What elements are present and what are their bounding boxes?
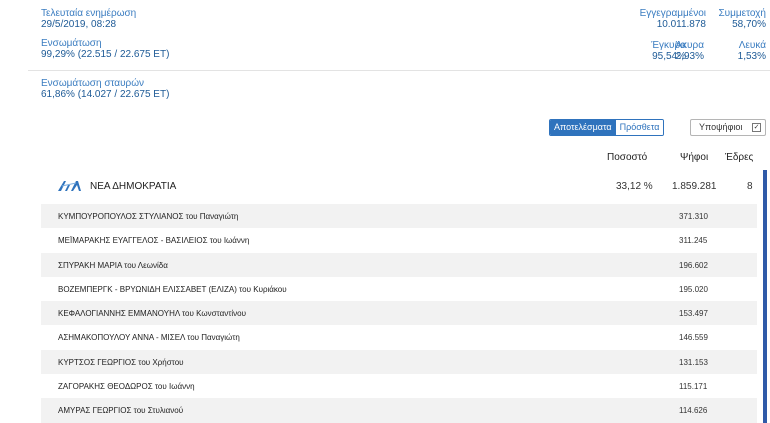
list-item[interactable]: ΚΕΦΑΛΟΓΙΑΝΝΗΣ ΕΜΜΑΝΟΥΗΛ του Κωνσταντίνου… bbox=[41, 301, 757, 326]
last-update-label: Τελευταία ενημέρωση bbox=[41, 8, 137, 19]
candidate-votes: 195.020 bbox=[679, 284, 708, 294]
integration-label: Ενσωμάτωση bbox=[41, 38, 102, 49]
party-logo-icon bbox=[58, 181, 81, 191]
party-row[interactable]: ΝΕΑ ΔΗΜΟΚΡΑΤΙΑ 33,12 % 1.859.281 8 bbox=[0, 178, 770, 198]
list-item[interactable]: ΜΕΪΜΑΡΑΚΗΣ ΕΥΑΓΓΕΛΟΣ - ΒΑΣΙΛΕΙΟΣ του Ιωά… bbox=[41, 228, 757, 252]
candidate-name: ΒΟΖΕΜΠΕΡΓΚ - ΒΡΥΩΝΙΔΗ ΕΛΙΣΣΑΒΕΤ (ΕΛΙΖΑ) … bbox=[58, 284, 287, 294]
candidate-votes: 114.626 bbox=[679, 406, 708, 416]
list-item[interactable]: ΚΥΡΤΣΟΣ ΓΕΩΡΓΙΟΣ του Χρήστου 131.153 bbox=[41, 349, 757, 375]
info-divider bbox=[28, 70, 770, 71]
candidate-name: ΑΣΗΜΑΚΟΠΟΥΛΟΥ ΑΝΝΑ - ΜΙΣΕΛ του Παναγιώτη bbox=[58, 333, 240, 343]
candidate-name: ΚΕΦΑΛΟΓΙΑΝΝΗΣ ΕΜΜΑΝΟΥΗΛ του Κωνσταντίνου bbox=[58, 309, 246, 319]
registered-label: Εγγεγραμμένοι bbox=[639, 8, 706, 19]
last-update-value: 29/5/2019, 08:28 bbox=[41, 19, 117, 30]
list-item[interactable]: ΑΜΥΡΑΣ ΓΕΩΡΓΙΟΣ του Στυλιανού 114.626 bbox=[41, 398, 757, 423]
candidate-name: ΚΥΡΤΣΟΣ ΓΕΩΡΓΙΟΣ του Χρήστου bbox=[58, 357, 184, 367]
party-percent: 33,12 % bbox=[616, 181, 653, 192]
candidate-votes: 311.245 bbox=[679, 236, 708, 246]
candidate-votes: 371.310 bbox=[679, 212, 708, 221]
candidate-list: ΚΥΜΠΟΥΡΟΠΟΥΛΟΣ ΣΤΥΛΙΑΝΟΣ του Παναγιώτη 3… bbox=[41, 204, 757, 423]
blank-label: Λευκά bbox=[738, 40, 766, 51]
registered-stat: Εγγεγραμμένοι 10.011.878 bbox=[640, 8, 706, 30]
candidate-votes: 153.497 bbox=[679, 309, 708, 319]
list-item[interactable]: ΣΠΥΡΑΚΗ ΜΑΡΙΑ του Λεωνίδα 196.602 bbox=[41, 252, 757, 277]
candidate-name: ΣΠΥΡΑΚΗ ΜΑΡΙΑ του Λεωνίδα bbox=[58, 260, 168, 270]
list-item[interactable]: ΖΑΓΟΡΑΚΗΣ ΘΕΟΔΩΡΟΣ του Ιωάννη 115.171 bbox=[41, 374, 757, 398]
party-name: ΝΕΑ ΔΗΜΟΚΡΑΤΙΑ bbox=[90, 181, 177, 192]
cross-value: 61,86% (14.027 / 22.675 ΕΤ) bbox=[41, 89, 170, 100]
registered-value: 10.011.878 bbox=[656, 19, 706, 30]
candidate-votes: 115.171 bbox=[679, 382, 708, 392]
candidate-name: ΑΜΥΡΑΣ ΓΕΩΡΓΙΟΣ του Στυλιανού bbox=[58, 406, 184, 416]
candidates-label: Υποψήφιοι bbox=[699, 122, 743, 132]
list-item[interactable]: ΚΥΜΠΟΥΡΟΠΟΥΛΟΣ ΣΤΥΛΙΑΝΟΣ του Παναγιώτη 3… bbox=[41, 204, 757, 229]
list-item[interactable]: ΑΣΗΜΑΚΟΠΟΥΛΟΥ ΑΝΝΑ - ΜΙΣΕΛ του Παναγιώτη… bbox=[41, 325, 757, 349]
list-item[interactable]: ΒΟΖΕΜΠΕΡΓΚ - ΒΡΥΩΝΙΔΗ ΕΛΙΣΣΑΒΕΤ (ΕΛΙΖΑ) … bbox=[41, 277, 757, 301]
turnout-value: 58,70% bbox=[732, 19, 766, 30]
checkbox-icon[interactable]: ✓ bbox=[752, 123, 761, 132]
candidate-name: ΚΥΜΠΟΥΡΟΠΟΥΛΟΣ ΣΤΥΛΙΑΝΟΣ του Παναγιώτη bbox=[58, 212, 239, 221]
header-votes[interactable]: Ψήφοι bbox=[680, 152, 708, 163]
candidates-toggle[interactable]: Υποψήφιοι ✓ bbox=[690, 119, 766, 136]
candidate-votes: 131.153 bbox=[679, 357, 708, 367]
tab-more[interactable]: Πρόσθετα bbox=[615, 120, 664, 135]
tab-results[interactable]: Αποτελέσματα bbox=[550, 120, 616, 135]
header-seats[interactable]: Έδρες bbox=[725, 152, 753, 163]
candidate-name: ΜΕΪΜΑΡΑΚΗΣ ΕΥΑΓΓΕΛΟΣ - ΒΑΣΙΛΕΙΟΣ του Ιωά… bbox=[58, 236, 250, 246]
candidate-name: ΖΑΓΟΡΑΚΗΣ ΘΕΟΔΩΡΟΣ του Ιωάννη bbox=[58, 382, 195, 392]
turnout-stat: Συμμετοχή 58,70% bbox=[718, 8, 766, 30]
invalid-value: 2,93% bbox=[675, 51, 704, 62]
party-color-bar bbox=[763, 170, 767, 423]
candidate-votes: 146.559 bbox=[679, 333, 708, 343]
cross-label: Ενσωμάτωση σταυρών bbox=[41, 78, 145, 89]
party-votes: 1.859.281 bbox=[672, 181, 717, 192]
blank-value: 1,53% bbox=[737, 51, 766, 62]
invalid-label: Άκυρα bbox=[675, 40, 704, 51]
party-seats: 8 bbox=[747, 181, 753, 192]
results-toolbar: Αποτελέσματα Πρόσθετα Υποψήφιοι ✓ bbox=[0, 119, 770, 137]
blank-stat: Λευκά 1,53% bbox=[738, 40, 766, 62]
view-tabs: Αποτελέσματα Πρόσθετα bbox=[549, 119, 665, 136]
integration-value: 99,29% (22.515 / 22.675 ΕΤ) bbox=[41, 49, 170, 60]
header-percent[interactable]: Ποσοστό bbox=[607, 152, 647, 163]
candidate-votes: 196.602 bbox=[679, 260, 708, 270]
cross-info: Ενσωμάτωση σταυρών 61,86% (14.027 / 22.6… bbox=[41, 78, 169, 100]
turnout-label: Συμμετοχή bbox=[718, 8, 766, 19]
update-info: Τελευταία ενημέρωση 29/5/2019, 08:28 Ενσ… bbox=[41, 8, 169, 68]
invalid-stat-inner: Άκυρα 2,93% bbox=[675, 40, 704, 62]
